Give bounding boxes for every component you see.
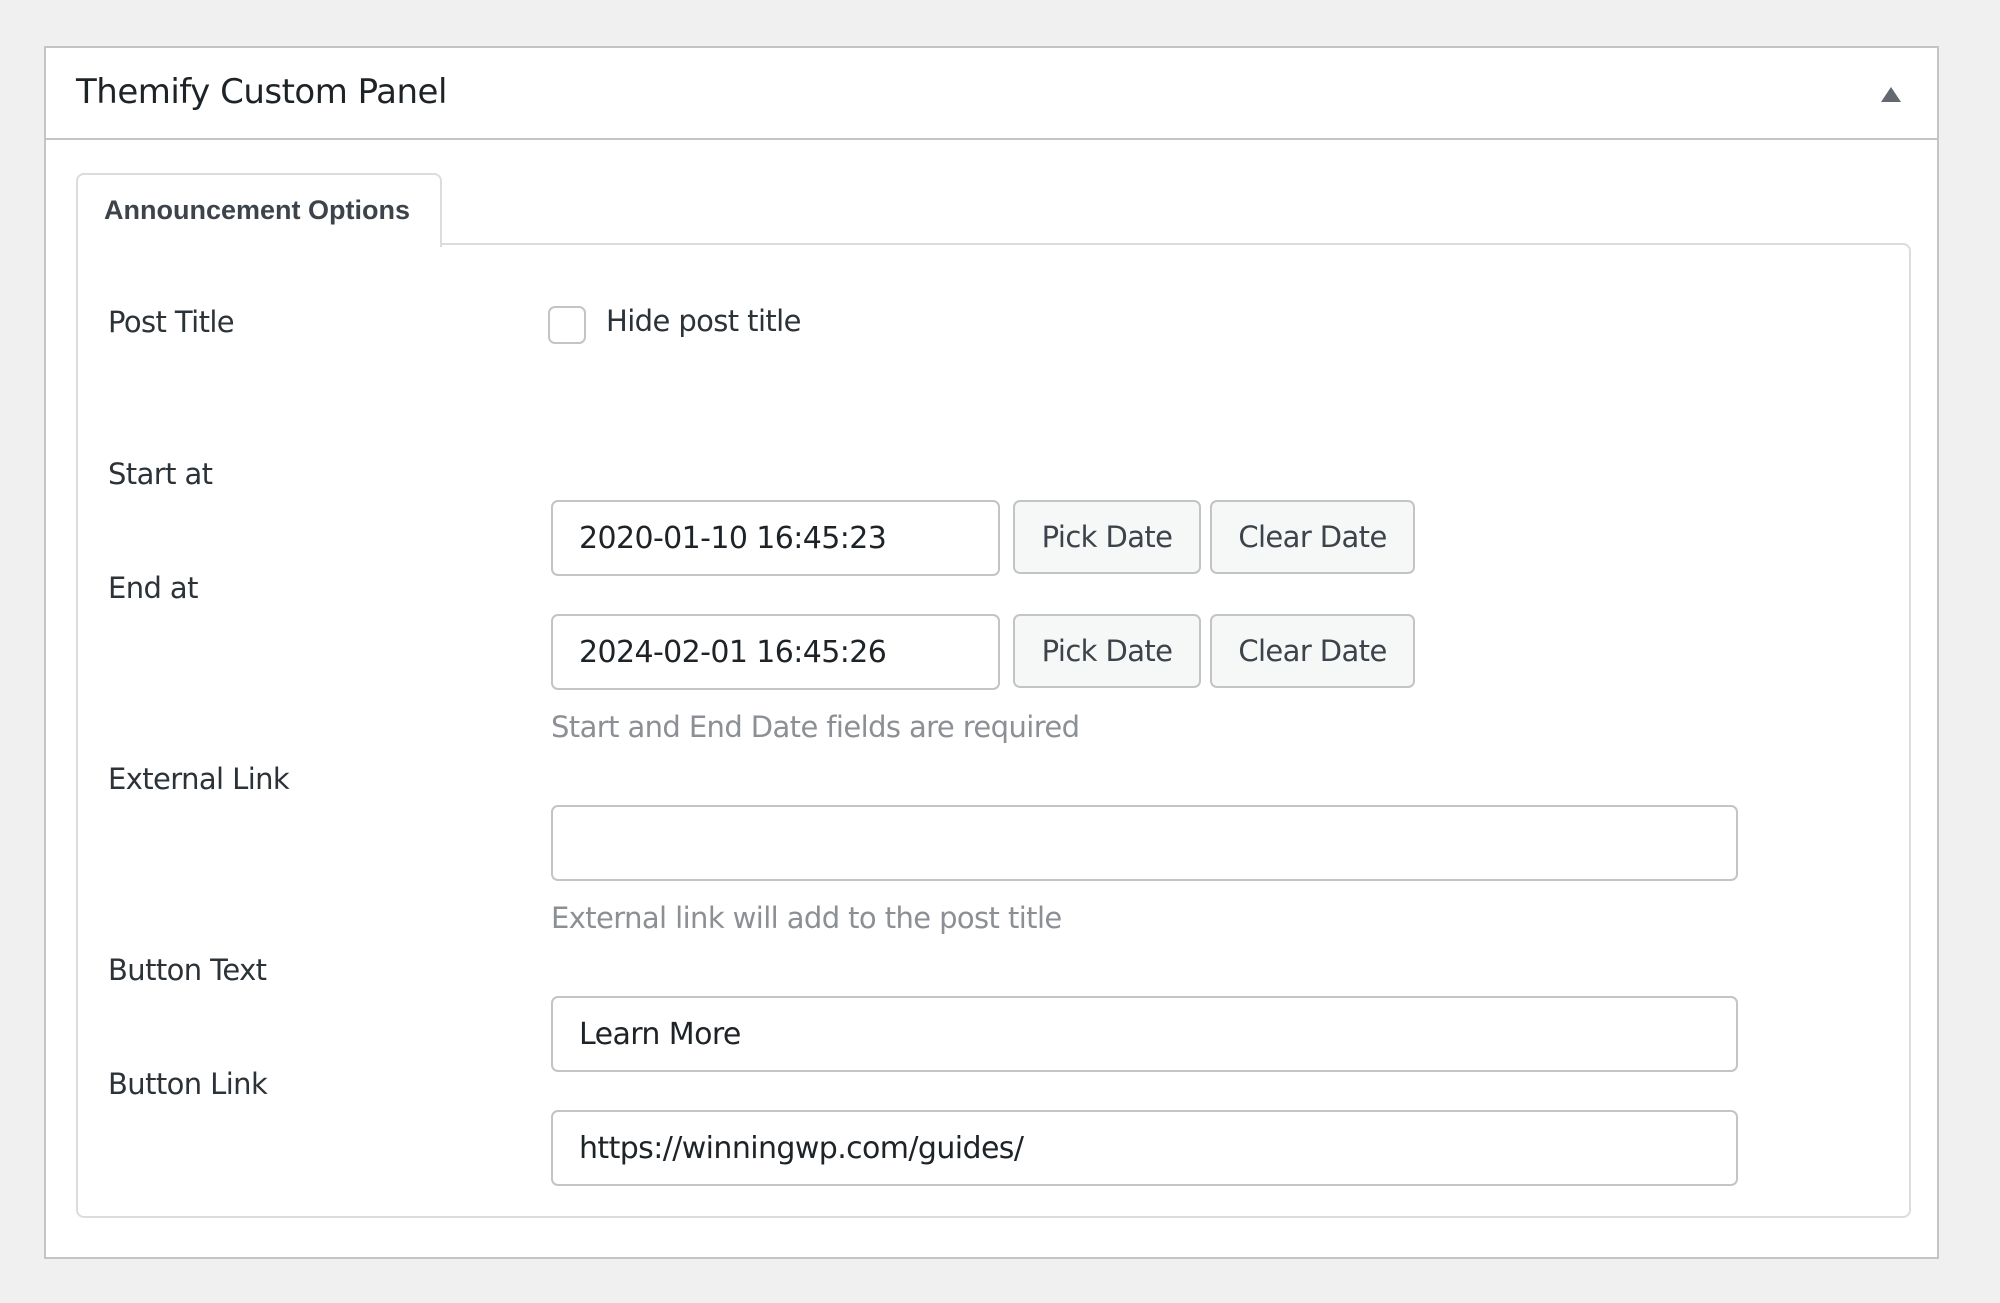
button-link-input[interactable]	[551, 1110, 1738, 1186]
end-pick-date-button[interactable]: Pick Date	[1013, 614, 1201, 688]
external-link-label: External Link	[108, 762, 290, 796]
button-text-label: Button Text	[108, 953, 267, 987]
end-clear-date-button[interactable]: Clear Date	[1210, 614, 1415, 688]
triangle-up-icon	[1881, 86, 1901, 102]
panel-title: Themify Custom Panel	[76, 72, 447, 112]
panel-toggle-button[interactable]	[1869, 72, 1913, 116]
external-link-input[interactable]	[551, 805, 1738, 881]
date-help-text: Start and End Date fields are required	[551, 710, 1080, 744]
tab-announcement-options[interactable]: Announcement Options	[76, 173, 442, 247]
button-link-label: Button Link	[108, 1067, 268, 1101]
tab-label: Announcement Options	[104, 195, 410, 225]
themify-custom-panel: Themify Custom Panel Announcement Option…	[44, 46, 1939, 1259]
hide-post-title-checkbox[interactable]	[548, 306, 586, 344]
tab-content: Post Title Hide post title Start at Pick…	[76, 243, 1911, 1218]
start-at-input[interactable]	[551, 500, 1000, 576]
end-at-label: End at	[108, 571, 198, 605]
start-clear-date-button[interactable]: Clear Date	[1210, 500, 1415, 574]
panel-header: Themify Custom Panel	[46, 48, 1937, 140]
button-text-input[interactable]	[551, 996, 1738, 1072]
start-pick-date-button[interactable]: Pick Date	[1013, 500, 1201, 574]
hide-post-title-label[interactable]: Hide post title	[606, 304, 801, 338]
external-link-help-text: External link will add to the post title	[551, 901, 1062, 935]
start-at-label: Start at	[108, 457, 213, 491]
post-title-label: Post Title	[108, 305, 235, 339]
end-at-input[interactable]	[551, 614, 1000, 690]
